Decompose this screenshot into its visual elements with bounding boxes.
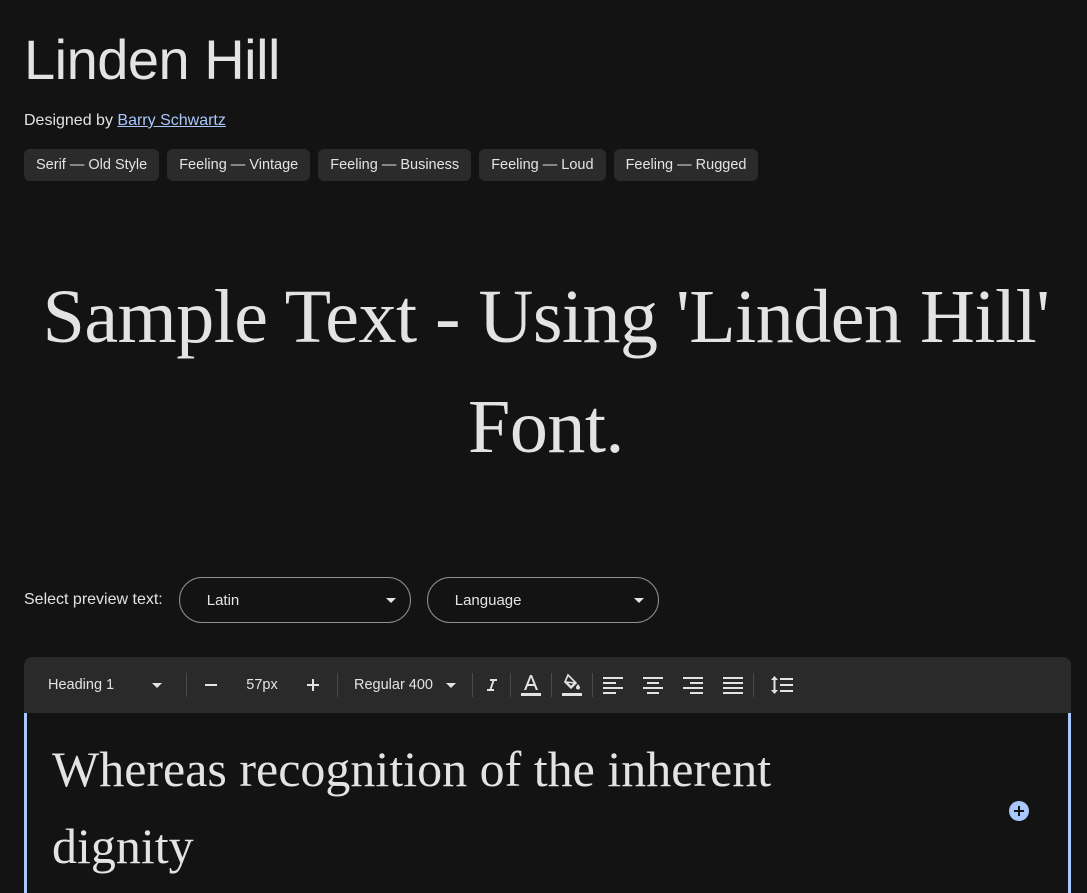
plus-icon [1014, 806, 1024, 816]
toolbar-divider [186, 673, 187, 697]
preview-text[interactable]: Whereas recognition of the inherent dign… [52, 731, 872, 885]
font-specimen-page: Linden Hill Designed by Barry Schwartz S… [0, 0, 1087, 893]
language-select[interactable]: Language [426, 577, 659, 623]
text-color-button[interactable] [513, 667, 549, 703]
editor-toolbar: Heading 1 57px Regular 400 [24, 657, 1071, 713]
italic-button[interactable] [474, 667, 510, 703]
tag-serif-old-style[interactable]: Serif — Old Style [24, 149, 160, 181]
language-select-value: Language [454, 591, 522, 609]
align-center-button[interactable] [635, 667, 671, 703]
toolbar-divider [472, 673, 473, 697]
tag-feeling-loud[interactable]: Feeling — Loud [479, 149, 606, 181]
align-left-icon [603, 677, 623, 694]
chevron-down-icon [633, 598, 644, 603]
designer-prefix: Designed by [24, 112, 118, 129]
font-title: Linden Hill [24, 28, 281, 91]
decrease-size-button[interactable] [193, 667, 229, 703]
highlight-color-button[interactable] [554, 667, 590, 703]
tag-feeling-business[interactable]: Feeling — Business [318, 149, 472, 181]
sample-text-heading: Sample Text - Using 'Linden Hill' Font. [42, 275, 1050, 469]
align-right-icon [683, 677, 703, 694]
tag-list: Serif — Old Style Feeling — Vintage Feel… [24, 149, 759, 181]
fill-color-icon [562, 673, 582, 696]
line-height-icon [771, 676, 793, 694]
toolbar-divider [753, 673, 754, 697]
preview-label: Select preview text: [24, 591, 163, 608]
plus-icon [307, 679, 319, 691]
align-right-button[interactable] [675, 667, 711, 703]
script-select[interactable]: Latin [178, 577, 411, 623]
add-preview-button[interactable] [1009, 801, 1029, 821]
tag-feeling-rugged[interactable]: Feeling — Rugged [613, 149, 759, 181]
chevron-down-icon [385, 598, 396, 603]
style-dropdown[interactable]: Heading 1 [48, 677, 162, 693]
italic-icon [487, 679, 497, 691]
text-color-icon [521, 675, 541, 696]
align-justify-icon [723, 677, 743, 694]
minus-icon [205, 684, 217, 686]
font-size-value[interactable]: 57px [229, 677, 295, 693]
align-left-button[interactable] [595, 667, 631, 703]
align-center-icon [643, 677, 663, 694]
preview-text-selector: Select preview text: Latin Language [24, 577, 675, 623]
designer-link[interactable]: Barry Schwartz [117, 112, 225, 129]
chevron-down-icon [152, 682, 162, 688]
weight-dropdown[interactable]: Regular 400 [354, 677, 456, 693]
toolbar-divider [510, 673, 511, 697]
toolbar-divider [592, 673, 593, 697]
increase-size-button[interactable] [295, 667, 331, 703]
editable-preview-area[interactable]: Whereas recognition of the inherent dign… [24, 713, 1071, 893]
toolbar-divider [551, 673, 552, 697]
weight-dropdown-value: Regular 400 [354, 677, 433, 693]
tag-feeling-vintage[interactable]: Feeling — Vintage [167, 149, 311, 181]
chevron-down-icon [446, 682, 456, 688]
style-dropdown-value: Heading 1 [48, 677, 115, 693]
script-select-value: Latin [206, 591, 240, 609]
designer-line: Designed by Barry Schwartz [24, 110, 226, 132]
toolbar-divider [337, 673, 338, 697]
line-height-button[interactable] [764, 667, 800, 703]
justify-button[interactable] [715, 667, 751, 703]
